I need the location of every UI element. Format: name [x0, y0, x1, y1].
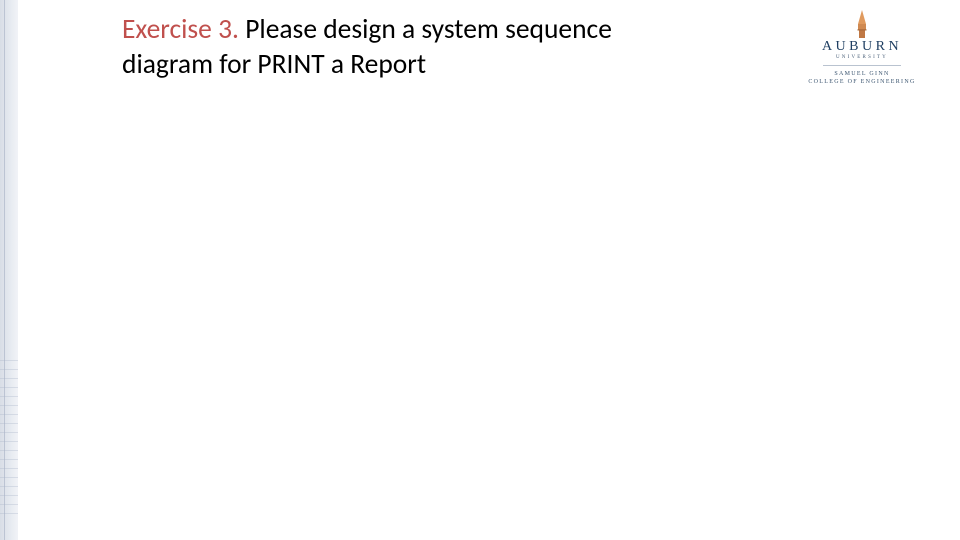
decoration-rule-lines [0, 360, 18, 520]
college-line-1: SAMUEL GINN [802, 70, 922, 78]
auburn-wordmark: AUBURN [802, 40, 922, 54]
college-name: SAMUEL GINN COLLEGE OF ENGINEERING [802, 70, 922, 86]
college-line-2: COLLEGE OF ENGINEERING [802, 78, 922, 86]
auburn-tower-icon [855, 10, 869, 38]
logo-divider [823, 65, 901, 66]
slide-title: Exercise 3. Please design a system seque… [122, 12, 642, 82]
auburn-subwordmark: UNIVERSITY [802, 55, 922, 60]
auburn-logo-block: AUBURN UNIVERSITY SAMUEL GINN COLLEGE OF… [802, 10, 922, 86]
title-accent: Exercise 3. [122, 13, 245, 46]
slide-left-decoration [0, 0, 18, 540]
